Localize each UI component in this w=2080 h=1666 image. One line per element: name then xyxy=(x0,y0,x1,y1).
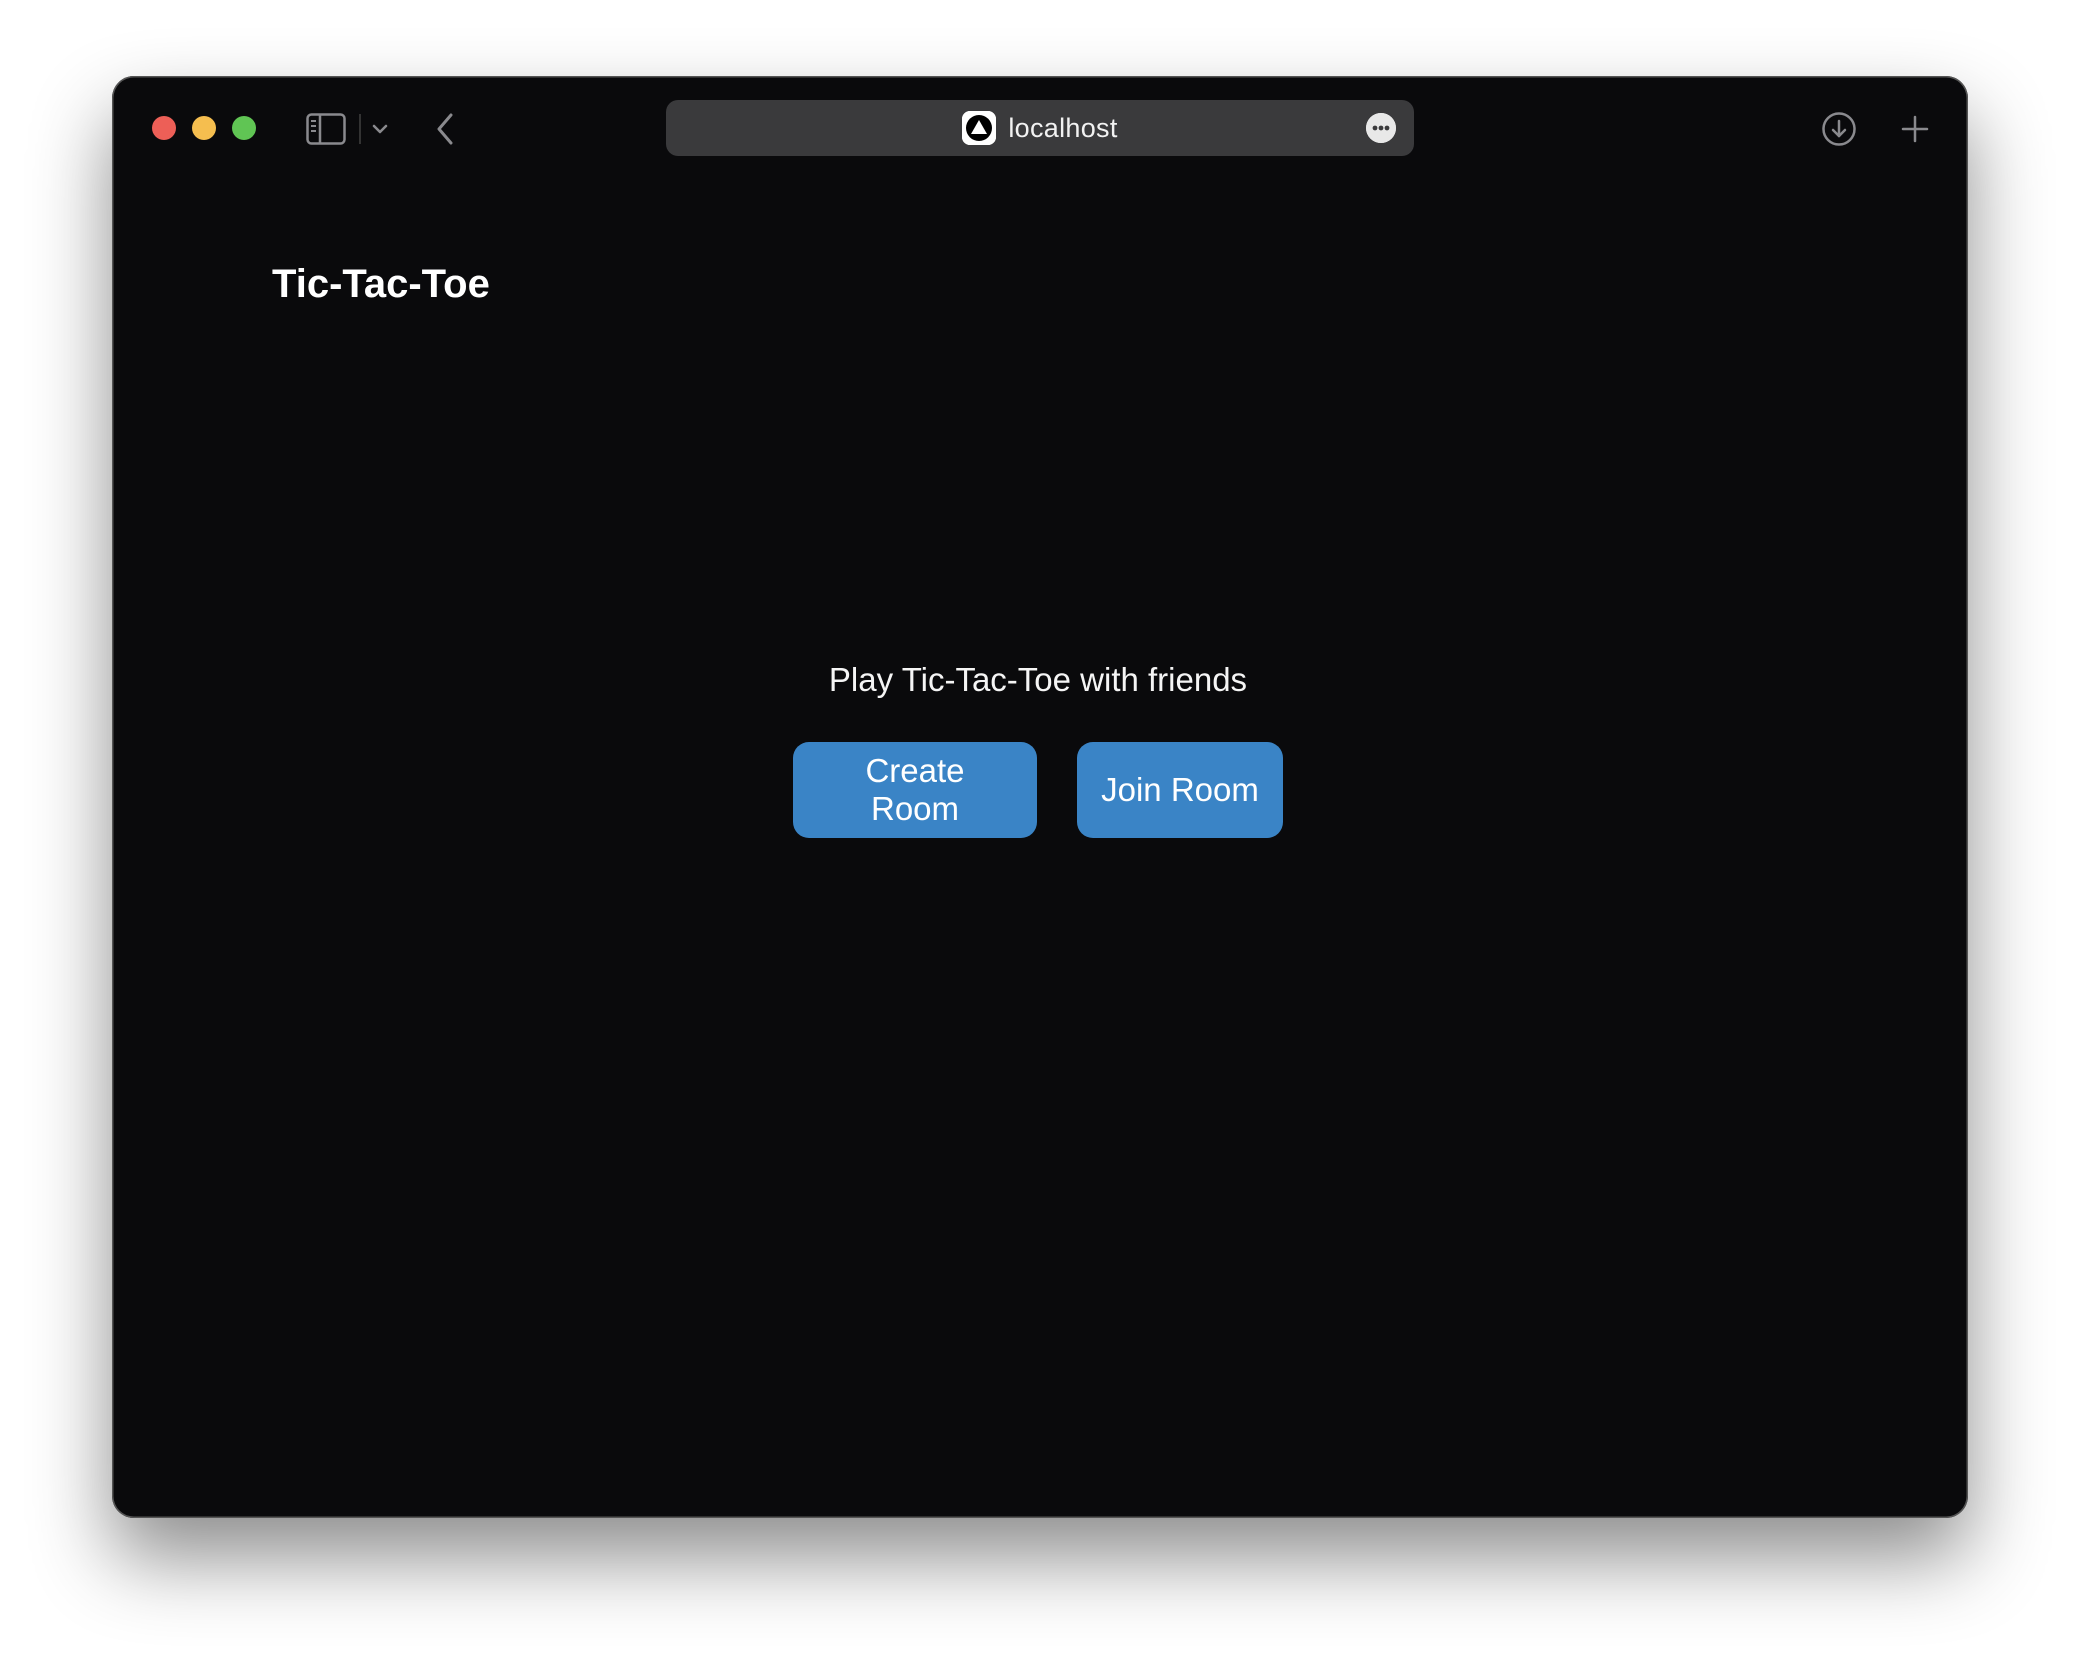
sidebar-icon[interactable] xyxy=(306,112,346,146)
close-window-button[interactable] xyxy=(152,116,176,140)
room-actions: Create Room Join Room xyxy=(793,742,1283,838)
address-bar[interactable]: localhost xyxy=(666,100,1414,156)
download-icon[interactable] xyxy=(1820,110,1858,148)
browser-window: localhost Tic-Tac-Toe Play Tic-Tac-Toe w… xyxy=(112,76,1968,1518)
tagline-text: Play Tic-Tac-Toe with friends xyxy=(828,661,1248,698)
address-text: localhost xyxy=(1008,112,1118,143)
browser-toolbar: localhost xyxy=(112,76,1968,176)
ellipsis-icon[interactable] xyxy=(1366,113,1396,143)
join-room-button[interactable]: Join Room xyxy=(1077,742,1283,838)
lobby-panel: Play Tic-Tac-Toe with friends Create Roo… xyxy=(112,656,1968,838)
toolbar-divider xyxy=(359,114,361,144)
create-room-button[interactable]: Create Room xyxy=(793,742,1037,838)
triangle-logo-icon xyxy=(962,111,997,145)
zoom-window-button[interactable] xyxy=(232,116,256,140)
back-arrow-icon[interactable] xyxy=(430,110,460,148)
chevron-down-icon[interactable] xyxy=(368,116,392,142)
plus-icon[interactable] xyxy=(1896,110,1934,148)
minimize-window-button[interactable] xyxy=(192,116,216,140)
page-title: Tic-Tac-Toe xyxy=(272,262,490,306)
